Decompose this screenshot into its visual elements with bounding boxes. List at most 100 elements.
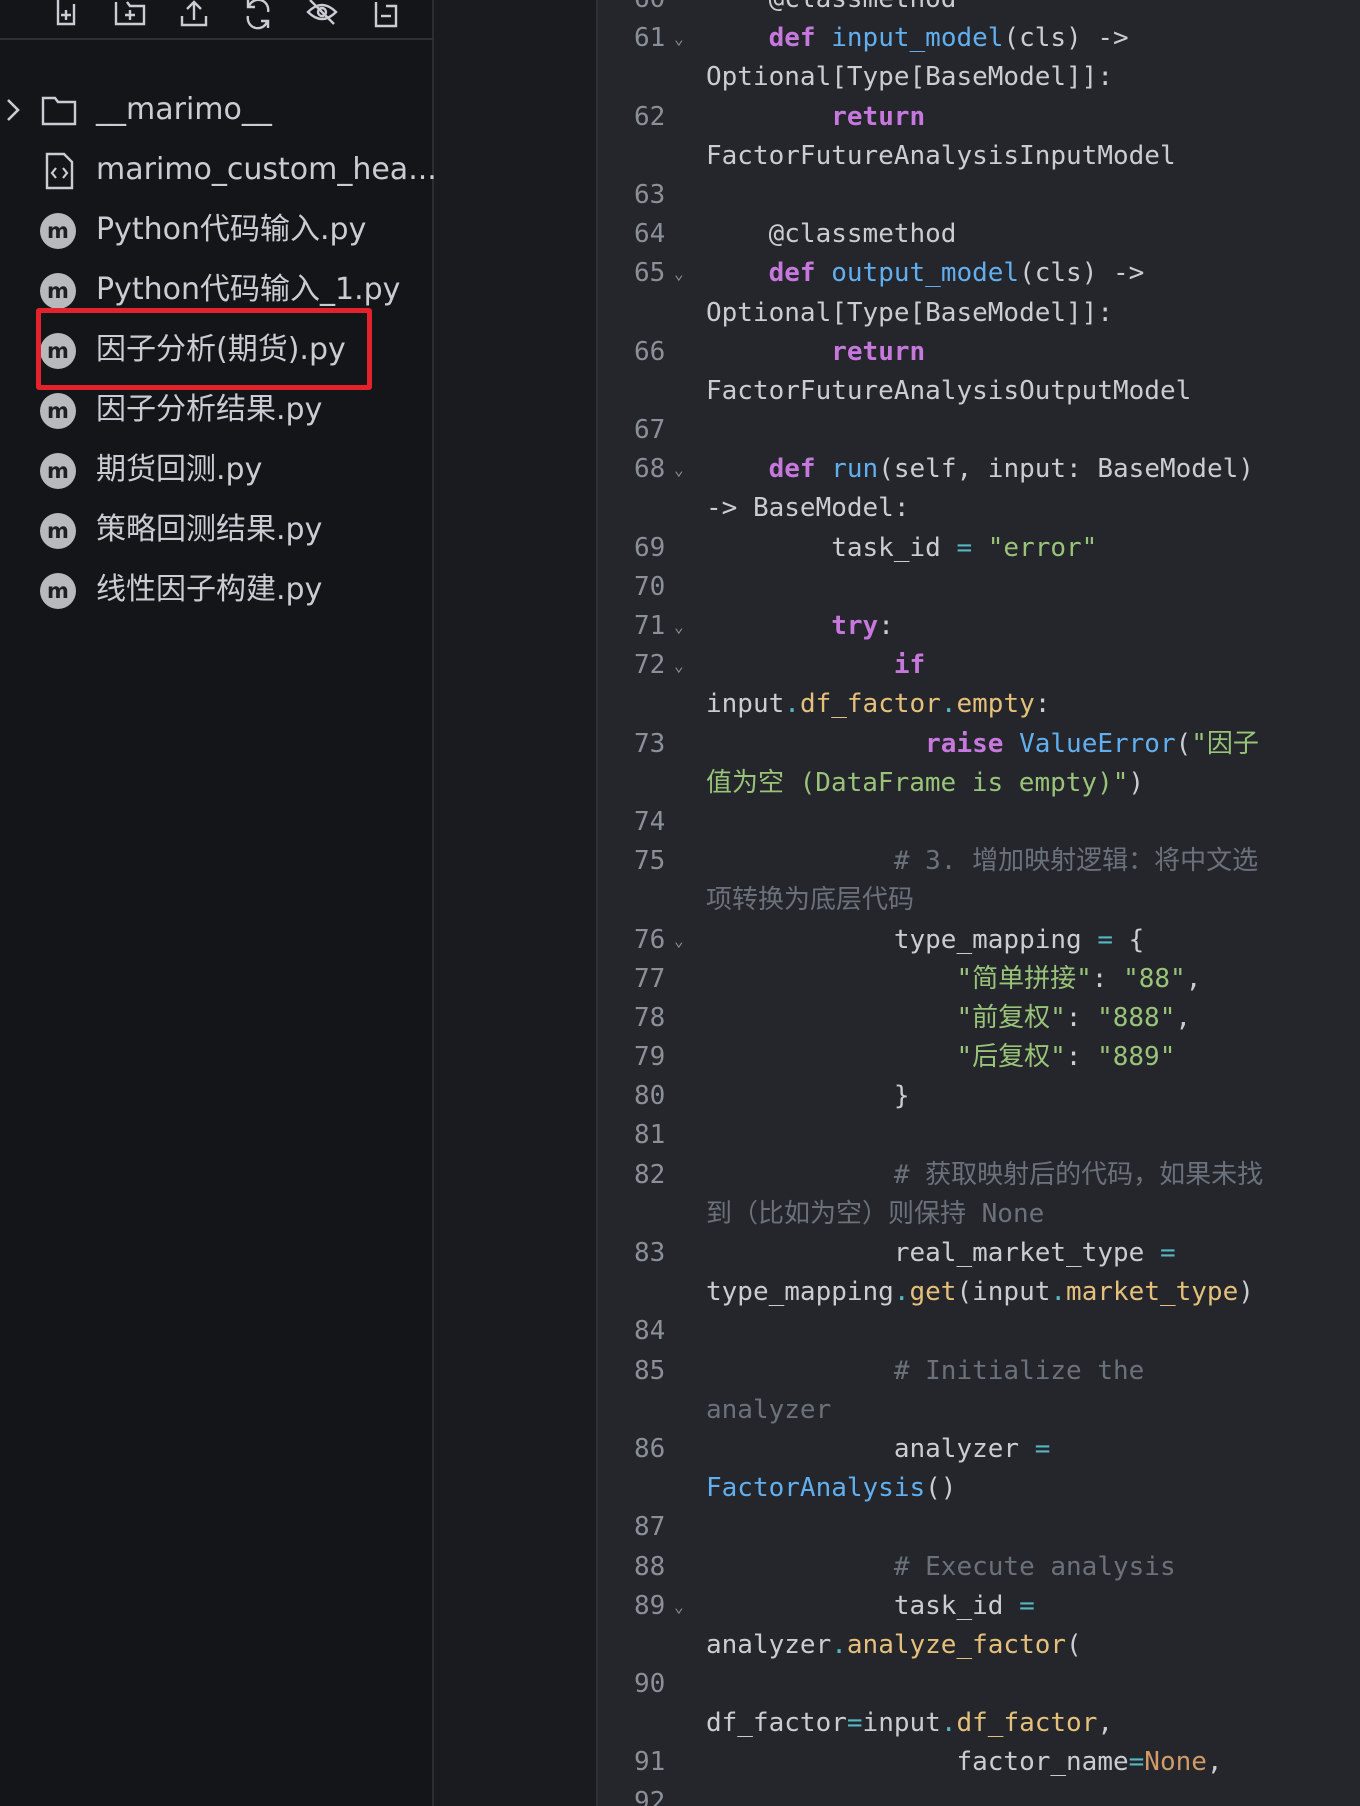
empty-panel [434,0,598,1806]
fold-chevron-icon[interactable]: ⌄ [674,450,684,489]
tree-item-marimo-folder[interactable]: __marimo__ [0,80,434,140]
code-text: input.df_factor.empty: [706,689,1051,720]
line-number: 89 [634,1590,666,1621]
code-text: if [893,650,926,681]
marimo-file-icon: m [40,453,76,489]
tree-item-label: 策略回测结果.py [96,512,323,547]
folder-icon [41,96,77,126]
code-line: 81 [598,1116,1360,1155]
line-number: 91 [634,1747,666,1778]
tree-item-notebook[interactable]: m 线性因子构建.py [0,560,434,620]
tree-item-label: marimo_custom_hea... [96,152,437,187]
code-line: 65 ⌄ def output_model(cls) -> [598,254,1360,293]
tree-item-label: __marimo__ [96,92,272,127]
fold-chevron-icon[interactable]: ⌄ [674,646,684,685]
marimo-file-icon: m [40,393,76,429]
line-number: 82 [634,1159,666,1190]
chevron-right-icon[interactable] [2,96,24,124]
code-text: # 3. 增加映射逻辑：将中文选 [893,846,1259,877]
code-line: 79 "后复权": "889" [598,1038,1360,1077]
new-file-icon[interactable] [48,0,84,32]
code-line: 88 # Execute analysis [598,1548,1360,1587]
code-line: 63 [598,176,1360,215]
code-text: # Initialize the [893,1355,1145,1386]
code-text: # 获取映射后的代码，如果未找 [893,1159,1264,1190]
upload-icon[interactable] [176,0,212,32]
line-number: 83 [634,1238,666,1268]
line-number: 72 [634,650,666,681]
line-number: 80 [634,1081,666,1112]
marimo-file-icon: m [40,573,76,609]
line-number: 84 [634,1316,666,1347]
line-number: 86 [634,1433,666,1464]
code-line: Optional[Type[BaseModel]]: [598,58,1360,97]
line-number: 90 [634,1669,666,1700]
marimo-file-icon: m [40,213,76,249]
code-line: 74 [598,803,1360,842]
code-line: 86 analyzer = [598,1430,1360,1469]
line-number: 76 [634,924,666,955]
code-text: analyzer = [706,1433,1051,1464]
code-line: 值为空 (DataFrame is empty)") [598,764,1360,803]
collapse-icon[interactable] [368,0,404,32]
code-text: def input_model(cls) -> [768,23,1129,54]
code-text: "前复权": "888", [956,1002,1192,1033]
code-text: 值为空 (DataFrame is empty)") [706,767,1145,798]
tree-item-label: 因子分析结果.py [96,392,323,427]
code-line: FactorAnalysis() [598,1469,1360,1508]
code-text: type_mapping.get(input.market_type) [706,1277,1254,1308]
fold-chevron-icon[interactable]: ⌄ [674,607,684,646]
code-line: 87 [598,1508,1360,1547]
code-line: 67 [598,411,1360,450]
code-text: } [706,1081,910,1112]
code-line: 82 # 获取映射后的代码，如果未找 [598,1156,1360,1195]
line-number: 65 [634,258,666,289]
code-line: 62 return [598,98,1360,137]
line-number: 75 [634,846,666,877]
code-line: 66 return [598,333,1360,372]
code-text: task_id = "error" [706,532,1098,563]
line-number: 71 [634,611,666,641]
tree-item-label: 期货回测.py [96,452,263,487]
tree-item-notebook[interactable]: m 期货回测.py [0,440,434,500]
line-number: 66 [634,336,666,367]
code-line: 75 # 3. 增加映射逻辑：将中文选 [598,842,1360,881]
code-line: -> BaseModel: [598,489,1360,528]
code-text: Optional[Type[BaseModel]]: [706,297,1113,328]
code-line: 83 real_market_type = [598,1234,1360,1273]
code-line: analyzer.analyze_factor( [598,1626,1360,1665]
code-line: 84 [598,1312,1360,1351]
fold-chevron-icon[interactable]: ⌄ [674,921,684,960]
code-lines: 60 @classmethod 61 ⌄ def input_model(cls) … [598,0,1360,1806]
code-text: analyzer.analyze_factor( [706,1629,1082,1660]
code-line: 92 [598,1783,1360,1806]
code-line: 到（比如为空）则保持 None [598,1195,1360,1234]
code-text: @classmethod [706,0,957,19]
new-folder-icon[interactable] [112,0,148,32]
code-text: "后复权": "889" [956,1042,1176,1073]
refresh-icon[interactable] [240,0,276,32]
tree-item-label: Python代码输入.py [96,212,367,247]
code-line: df_factor=input.df_factor, [598,1704,1360,1743]
tree-item-custom-head-file[interactable]: marimo_custom_hea... [0,140,437,200]
code-text: def output_model(cls) -> [768,258,1145,289]
code-line: 76 ⌄ type_mapping = { [598,921,1360,960]
code-line: 90 [598,1665,1360,1704]
file-explorer-toolbar [0,0,434,40]
code-text: @classmethod [768,219,957,250]
tree-item-notebook[interactable]: m 策略回测结果.py [0,500,434,560]
code-line: 70 [598,568,1360,607]
code-line: 78 "前复权": "888", [598,999,1360,1038]
code-line: 64 @classmethod [598,215,1360,254]
selection-highlight-box [36,308,372,390]
hide-icon[interactable] [304,0,340,32]
fold-chevron-icon[interactable]: ⌄ [674,1587,684,1626]
code-line: 61 ⌄ def input_model(cls) -> [598,19,1360,58]
line-number: 69 [634,532,666,563]
code-text: FactorFutureAnalysisInputModel [706,140,1176,171]
tree-item-notebook[interactable]: m Python代码输入.py [0,200,434,260]
code-editor[interactable]: 60 @classmethod 61 ⌄ def input_model(cls) … [598,0,1360,1806]
code-file-icon [45,152,74,190]
fold-chevron-icon[interactable]: ⌄ [674,254,684,293]
fold-chevron-icon[interactable]: ⌄ [674,19,684,58]
